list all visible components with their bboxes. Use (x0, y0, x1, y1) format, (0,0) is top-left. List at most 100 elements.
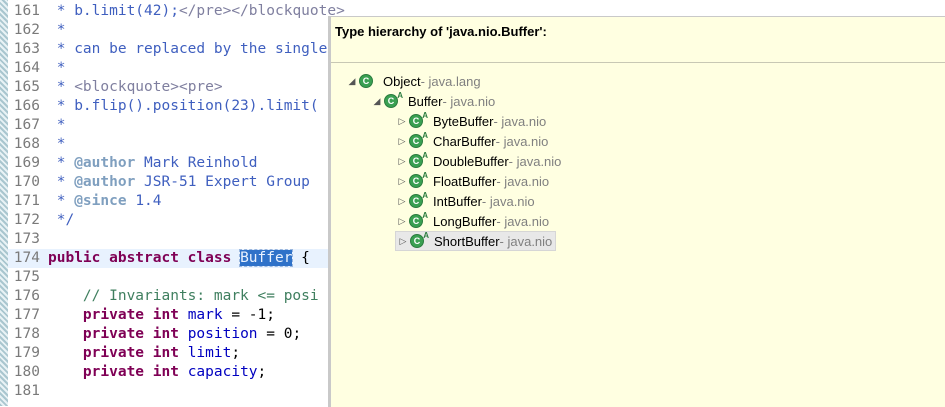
tree-node-charbuffer[interactable]: ▷ C A CharBuffer - java.nio (395, 131, 549, 151)
tree-node-doublebuffer[interactable]: ▷ C A DoubleBuffer - java.nio (395, 151, 562, 171)
code-token: private int (82, 364, 188, 380)
collapsed-arrow-icon[interactable]: ▷ (396, 236, 410, 247)
code-token: * can be replaced by the single (48, 41, 328, 57)
package-name: - java.lang (420, 73, 481, 89)
expanded-arrow-icon[interactable]: ◢ (345, 76, 359, 87)
line-number: 177 (13, 307, 40, 323)
line-number: 165 (13, 79, 40, 95)
line-number: 169 (13, 155, 40, 171)
tree-node-intbuffer[interactable]: ▷ C A IntBuffer - java.nio (395, 191, 535, 211)
line-number: 180 (13, 364, 40, 380)
code-token: private int (82, 326, 188, 342)
code-token: ; (257, 364, 267, 380)
abstract-marker-icon: A (422, 131, 428, 140)
code-token: * (48, 60, 66, 76)
type-name: CharBuffer (433, 133, 496, 149)
class-icon: CA (410, 231, 429, 248)
code-token: private int (82, 307, 188, 323)
class-icon: CA (409, 171, 428, 188)
collapsed-arrow-icon[interactable]: ▷ (395, 176, 409, 187)
class-icon: CA (409, 211, 428, 228)
line-number: 162 (13, 22, 40, 38)
code-token: * (48, 117, 66, 133)
code-token: @author (74, 155, 136, 171)
abstract-marker-icon: A (422, 151, 428, 160)
package-name: - java.nio (499, 233, 553, 249)
code-token: * b.limit(42); (48, 3, 179, 19)
line-number: 173 (13, 231, 40, 247)
code-token: * (48, 193, 75, 209)
line-number: 161 (13, 3, 40, 19)
code-token: * (48, 136, 66, 152)
package-name: - java.nio (442, 93, 496, 109)
line-number: 163 (13, 41, 40, 57)
class-icon: C (359, 74, 373, 88)
line-number: 171 (13, 193, 40, 209)
abstract-marker-icon: A (422, 111, 428, 120)
code-token: limit (187, 345, 232, 361)
code-token: position (187, 326, 258, 342)
type-name: LongBuffer (433, 213, 497, 229)
code-token: * (48, 155, 75, 171)
tree-node-longbuffer[interactable]: ▷ C A LongBuffer - java.nio (395, 211, 550, 231)
line-number: 175 (13, 269, 40, 285)
editor-left-ruler (0, 0, 8, 406)
type-name: IntBuffer (433, 193, 482, 209)
class-icon: CA (409, 191, 428, 208)
tree-node-object[interactable]: ◢ C Object - java.lang (345, 71, 481, 91)
selected-identifier: Buffer (239, 249, 294, 267)
tree-node-bytebuffer[interactable]: ▷ C A ByteBuffer - java.nio (395, 111, 547, 131)
abstract-marker-icon: A (423, 231, 429, 240)
type-hierarchy-popup[interactable]: Type hierarchy of 'java.nio.Buffer': ◢ C O… (328, 16, 945, 407)
tree-node-shortbuffer[interactable]: ▷ C A ShortBuffer - java.nio (395, 231, 557, 251)
code-token: </pre></blockquote> (178, 3, 345, 19)
code-token: @since (74, 193, 127, 209)
code-token: Mark Reinhold (135, 155, 258, 171)
popup-title: Type hierarchy of 'java.nio.Buffer': (335, 24, 547, 39)
type-name: ByteBuffer (433, 113, 494, 129)
collapsed-arrow-icon[interactable]: ▷ (395, 216, 409, 227)
code-token: * (48, 174, 75, 190)
line-number: 166 (13, 98, 40, 114)
collapsed-arrow-icon[interactable]: ▷ (395, 156, 409, 167)
package-name: - java.nio (496, 213, 550, 229)
line-number: 174 (13, 250, 40, 266)
package-name: - java.nio (496, 173, 550, 189)
abstract-marker-icon: A (422, 171, 428, 180)
collapsed-arrow-icon[interactable]: ▷ (395, 136, 409, 147)
tree-node-buffer[interactable]: ◢ C A Buffer - java.nio (370, 91, 496, 111)
type-name: DoubleBuffer (433, 153, 509, 169)
collapsed-arrow-icon[interactable]: ▷ (395, 116, 409, 127)
line-number: 178 (13, 326, 40, 342)
type-name: ShortBuffer (434, 233, 500, 249)
expanded-arrow-icon[interactable]: ◢ (370, 96, 384, 107)
code-token: ; (231, 345, 241, 361)
package-name: - java.nio (508, 153, 562, 169)
code-token: <blockquote><pre> (74, 79, 223, 95)
type-name: Buffer (408, 93, 443, 109)
code-token: capacity (187, 364, 258, 380)
abstract-marker-icon: A (422, 191, 428, 200)
line-number: 170 (13, 174, 40, 190)
type-name: FloatBuffer (433, 173, 497, 189)
abstract-marker-icon: A (397, 91, 403, 100)
tree-node-floatbuffer[interactable]: ▷ C A FloatBuffer - java.nio (395, 171, 550, 191)
code-token: */ (48, 212, 75, 228)
code-token: public abstract class (48, 250, 241, 266)
code-token: * (48, 22, 66, 38)
code-token: @author (74, 174, 136, 190)
class-icon: CA (409, 111, 428, 128)
code-token: JSR-51 Expert Group (135, 174, 310, 190)
collapsed-arrow-icon[interactable]: ▷ (395, 196, 409, 207)
package-name: - java.nio (481, 193, 535, 209)
line-number: 167 (13, 117, 40, 133)
line-number: 181 (13, 383, 40, 399)
abstract-marker-icon: A (422, 211, 428, 220)
line-number: 172 (13, 212, 40, 228)
hierarchy-tree[interactable]: ◢ C Object - java.lang ◢ C A Buffer - java.nio… (331, 63, 945, 407)
code-token: * b.flip().position(23).limit( (48, 98, 319, 114)
code-token: = -1; (222, 307, 275, 323)
